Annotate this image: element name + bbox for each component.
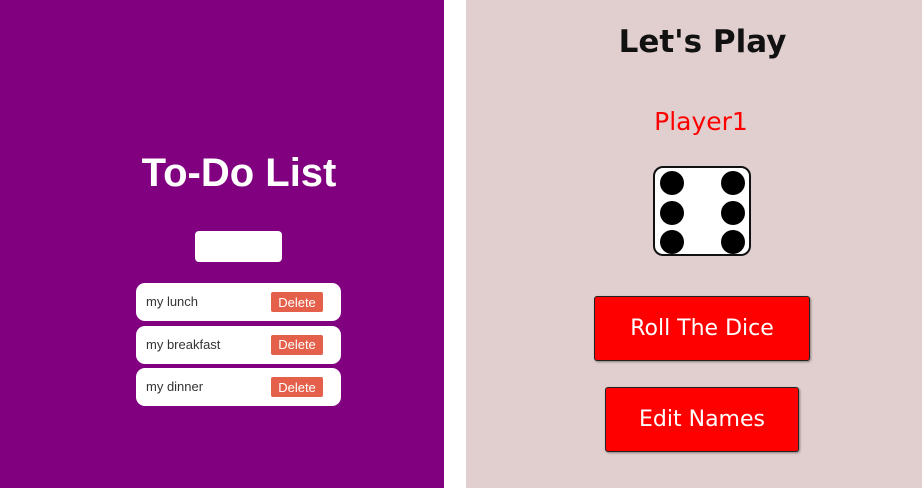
die-six-icon	[653, 166, 751, 256]
current-player-name: Player1	[654, 107, 748, 136]
die-pip	[721, 230, 745, 254]
edit-names-button[interactable]: Edit Names	[605, 387, 799, 452]
die-pip	[660, 171, 684, 195]
die-pip	[660, 201, 684, 225]
delete-button[interactable]: Delete	[271, 292, 323, 312]
die-pip	[660, 230, 684, 254]
todo-item: my breakfast Delete	[136, 325, 341, 364]
todo-item: my lunch Delete	[136, 283, 341, 321]
die-pip	[721, 201, 745, 225]
add-item-button[interactable]: Add Item	[195, 231, 282, 262]
screenshot-composite: To-Do List Add Item my lunch Delete my b…	[0, 0, 922, 488]
dice-game-panel: Let's Play Player1 Roll The Dice Edit Na…	[466, 0, 922, 488]
todo-item-text: my dinner	[146, 379, 204, 394]
die-pip	[721, 171, 745, 195]
game-title: Let's Play	[618, 24, 787, 60]
roll-dice-button[interactable]: Roll The Dice	[594, 296, 810, 361]
delete-button[interactable]: Delete	[271, 334, 323, 355]
todo-item-text: my lunch	[146, 294, 199, 309]
delete-button[interactable]: Delete	[271, 377, 323, 397]
todo-list: my lunch Delete my breakfast Delete my d…	[136, 283, 341, 411]
todo-title: To-Do List	[141, 151, 337, 195]
todo-app-panel: To-Do List Add Item my lunch Delete my b…	[0, 0, 444, 488]
todo-item-text: my breakfast	[146, 336, 221, 352]
todo-item: my dinner Delete	[136, 368, 341, 406]
